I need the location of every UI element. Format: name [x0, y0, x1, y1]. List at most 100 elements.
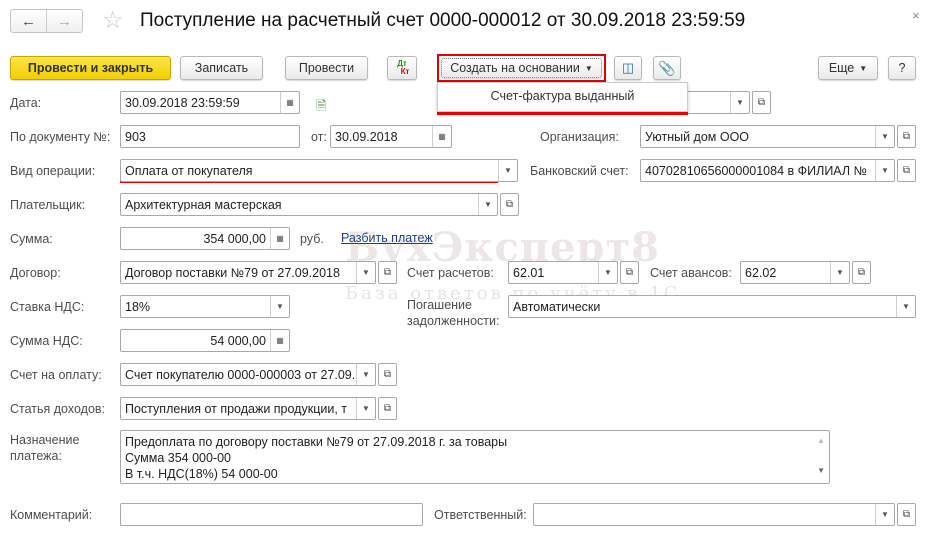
org-value: Уютный дом ООО: [645, 129, 750, 144]
dt-kt-button[interactable]: Дт Кт: [387, 56, 417, 80]
open-icon[interactable]: ⧉: [897, 503, 916, 526]
payment-purpose-textarea[interactable]: Предоплата по договору поставки №79 от 2…: [120, 430, 830, 484]
label-purpose-2: платежа:: [10, 449, 62, 463]
open-icon[interactable]: ⧉: [378, 261, 397, 284]
create-based-button[interactable]: Создать на основании ▼: [441, 58, 602, 78]
repayment-value: Автоматически: [513, 299, 601, 314]
dropdown-icon[interactable]: ▼: [875, 126, 894, 147]
org-field[interactable]: Уютный дом ООО ▼: [640, 125, 895, 148]
dropdown-icon[interactable]: ▼: [875, 160, 894, 181]
payer-value: Архитектурная мастерская: [125, 197, 282, 212]
structure-icon[interactable]: ◫: [614, 56, 642, 80]
date-field[interactable]: 30.09.2018 23:59:59 ▦: [120, 91, 300, 114]
label-responsible: Ответственный:: [434, 508, 527, 522]
vat-rate-field[interactable]: 18% ▼: [120, 295, 290, 318]
date-value: 30.09.2018 23:59:59: [125, 95, 240, 110]
purpose-line: Предоплата по договору поставки №79 от 2…: [125, 435, 508, 449]
label-sum: Сумма:: [10, 232, 53, 246]
more-button[interactable]: Еще ▼: [818, 56, 878, 80]
dropdown-icon[interactable]: ▼: [356, 364, 375, 385]
attachment-icon[interactable]: 📎: [653, 56, 681, 80]
calendar-icon[interactable]: ▦: [432, 126, 451, 147]
label-repayment: Погашение: [407, 298, 472, 312]
comment-field[interactable]: [120, 503, 423, 526]
open-icon[interactable]: ⧉: [378, 363, 397, 386]
label-contract: Договор:: [10, 266, 61, 280]
label-purpose: Назначение: [10, 433, 80, 447]
bank-acc-field[interactable]: 40702810656000001084 в ФИЛИАЛ № ▼: [640, 159, 895, 182]
post-and-close-button[interactable]: Провести и закрыть: [10, 56, 171, 80]
favorite-star-icon[interactable]: ☆: [102, 6, 124, 35]
doc-date-field[interactable]: 30.09.2018 ▦: [330, 125, 452, 148]
contract-field[interactable]: Договор поставки №79 от 27.09.2018 ▼: [120, 261, 376, 284]
kt-label: Кт: [400, 67, 410, 76]
income-item-value: Поступления от продажи продукции, т: [125, 401, 347, 416]
repayment-field[interactable]: Автоматически ▼: [508, 295, 916, 318]
payer-field[interactable]: Архитектурная мастерская ▼: [120, 193, 498, 216]
open-icon[interactable]: ⧉: [500, 193, 519, 216]
label-bank-acc: Банковский счет:: [530, 164, 629, 178]
label-payer: Плательщик:: [10, 198, 86, 212]
dropdown-icon[interactable]: ▼: [896, 296, 915, 317]
doc-date-value: 30.09.2018: [335, 129, 398, 144]
label-invoice: Счет на оплату:: [10, 368, 102, 382]
doc-no-field[interactable]: 903: [120, 125, 300, 148]
vat-sum-value: 54 000,00: [210, 333, 266, 348]
dropdown-icon[interactable]: ▼: [478, 194, 497, 215]
income-item-field[interactable]: Поступления от продажи продукции, т ▼: [120, 397, 376, 420]
advance-acc-field[interactable]: 62.02 ▼: [740, 261, 850, 284]
sum-value: 354 000,00: [203, 231, 266, 246]
open-icon[interactable]: ⧉: [897, 125, 916, 148]
dropdown-icon[interactable]: ▼: [875, 504, 894, 525]
label-comment: Комментарий:: [10, 508, 93, 522]
popup-item-invoice-issued[interactable]: Счет-фактура выданный: [438, 89, 687, 103]
dropdown-icon[interactable]: ▼: [356, 398, 375, 419]
document-check-icon[interactable]: 🗎: [316, 97, 326, 119]
scroll-down-icon[interactable]: ▼: [817, 463, 825, 479]
label-currency: руб.: [300, 232, 324, 246]
scroll-up-icon[interactable]: ▲: [817, 433, 825, 449]
settle-acc-field[interactable]: 62.01 ▼: [508, 261, 618, 284]
help-button[interactable]: ?: [888, 56, 916, 80]
chevron-down-icon: ▼: [859, 63, 868, 73]
responsible-field[interactable]: ▼: [533, 503, 895, 526]
post-button[interactable]: Провести: [285, 56, 368, 80]
doc-no-value: 903: [125, 129, 146, 144]
forward-button[interactable]: →: [47, 10, 82, 32]
bank-acc-value: 40702810656000001084 в ФИЛИАЛ №: [645, 163, 867, 178]
dropdown-icon[interactable]: ▼: [830, 262, 849, 283]
close-icon[interactable]: ×: [912, 8, 920, 23]
save-button[interactable]: Записать: [180, 56, 263, 80]
label-org: Организация:: [540, 130, 619, 144]
dropdown-icon[interactable]: ▼: [498, 160, 517, 181]
label-income-item: Статья доходов:: [10, 402, 106, 416]
dropdown-icon[interactable]: ▼: [598, 262, 617, 283]
calculator-icon[interactable]: ▦: [270, 228, 289, 249]
purpose-line: Сумма 354 000-00: [125, 451, 231, 465]
dropdown-icon[interactable]: ▼: [356, 262, 375, 283]
invoice-value: Счет покупателю 0000-000003 от 27.09.: [125, 367, 356, 382]
calendar-icon[interactable]: ▦: [280, 92, 299, 113]
invoice-field[interactable]: Счет покупателю 0000-000003 от 27.09. ▼: [120, 363, 376, 386]
open-icon[interactable]: ⧉: [620, 261, 639, 284]
dropdown-icon[interactable]: ▼: [270, 296, 289, 317]
open-icon[interactable]: ⧉: [852, 261, 871, 284]
purpose-line: В т.ч. НДС(18%) 54 000-00: [125, 467, 278, 481]
vat-sum-field[interactable]: 54 000,00 ▦: [120, 329, 290, 352]
dropdown-icon[interactable]: ▼: [730, 92, 749, 113]
label-date: Дата:: [10, 96, 42, 110]
open-icon[interactable]: ⧉: [897, 159, 916, 182]
op-type-field[interactable]: Оплата от покупателя ▼: [120, 159, 518, 182]
sum-field[interactable]: 354 000,00 ▦: [120, 227, 290, 250]
label-settle-acc: Счет расчетов:: [407, 266, 494, 280]
open-icon[interactable]: ⧉: [378, 397, 397, 420]
open-icon[interactable]: ⧉: [752, 91, 771, 114]
op-type-value: Оплата от покупателя: [125, 163, 253, 178]
contract-value: Договор поставки №79 от 27.09.2018: [125, 265, 340, 280]
settle-acc-value: 62.01: [513, 265, 545, 280]
back-button[interactable]: ←: [11, 10, 47, 32]
label-vat-rate: Ставка НДС:: [10, 300, 85, 314]
split-payment-link[interactable]: Разбить платеж: [341, 231, 433, 245]
calculator-icon[interactable]: ▦: [270, 330, 289, 351]
label-repayment-2: задолженности:: [407, 314, 500, 328]
